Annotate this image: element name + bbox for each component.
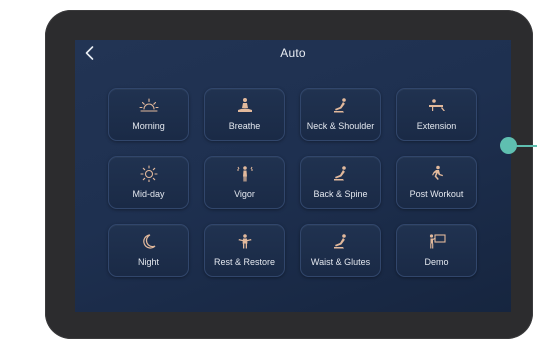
meditation-icon	[235, 97, 255, 114]
energy-person-icon	[235, 165, 255, 182]
program-tile-night[interactable]: Night	[108, 224, 189, 277]
program-tile-back-spine[interactable]: Back & Spine	[300, 156, 381, 209]
program-tile-vigor[interactable]: Vigor	[204, 156, 285, 209]
relax-person-icon	[235, 233, 255, 250]
program-label: Neck & Shoulder	[306, 121, 375, 131]
stretch-icon	[427, 97, 447, 114]
moon-icon	[139, 233, 159, 250]
running-icon	[427, 165, 447, 182]
program-label: Waist & Glutes	[310, 257, 371, 267]
program-tile-breathe[interactable]: Breathe	[204, 88, 285, 141]
program-tile-mid-day[interactable]: Mid-day	[108, 156, 189, 209]
sun-icon	[139, 165, 159, 182]
program-tile-post-workout[interactable]: Post Workout	[396, 156, 477, 209]
program-label: Night	[137, 257, 159, 267]
program-tile-demo[interactable]: Demo	[396, 224, 477, 277]
program-label: Back & Spine	[313, 189, 368, 199]
recline-neck-icon	[331, 97, 351, 114]
recline-waist-icon	[331, 233, 351, 250]
program-tile-morning[interactable]: Morning	[108, 88, 189, 141]
program-label: Rest & Restore	[213, 257, 276, 267]
program-tile-rest-restore[interactable]: Rest & Restore	[204, 224, 285, 277]
program-label: Demo	[424, 257, 449, 267]
auto-screen: Auto Morning Breathe Neck & Shoulder Ext…	[75, 40, 511, 312]
program-label: Extension	[416, 121, 457, 131]
recline-back-icon	[331, 165, 351, 182]
sunrise-icon	[138, 97, 159, 114]
program-tile-waist-glutes[interactable]: Waist & Glutes	[300, 224, 381, 277]
page-title: Auto	[280, 46, 306, 60]
program-tile-neck-shoulder[interactable]: Neck & Shoulder	[300, 88, 381, 141]
program-label: Mid-day	[132, 189, 165, 199]
program-label: Breathe	[228, 121, 261, 131]
presentation-icon	[427, 233, 447, 250]
program-grid: Morning Breathe Neck & Shoulder Extensio…	[108, 88, 480, 277]
callout-marker	[500, 137, 517, 154]
program-tile-extension[interactable]: Extension	[396, 88, 477, 141]
program-label: Vigor	[234, 189, 255, 199]
program-label: Morning	[132, 121, 165, 131]
program-label: Post Workout	[409, 189, 464, 199]
